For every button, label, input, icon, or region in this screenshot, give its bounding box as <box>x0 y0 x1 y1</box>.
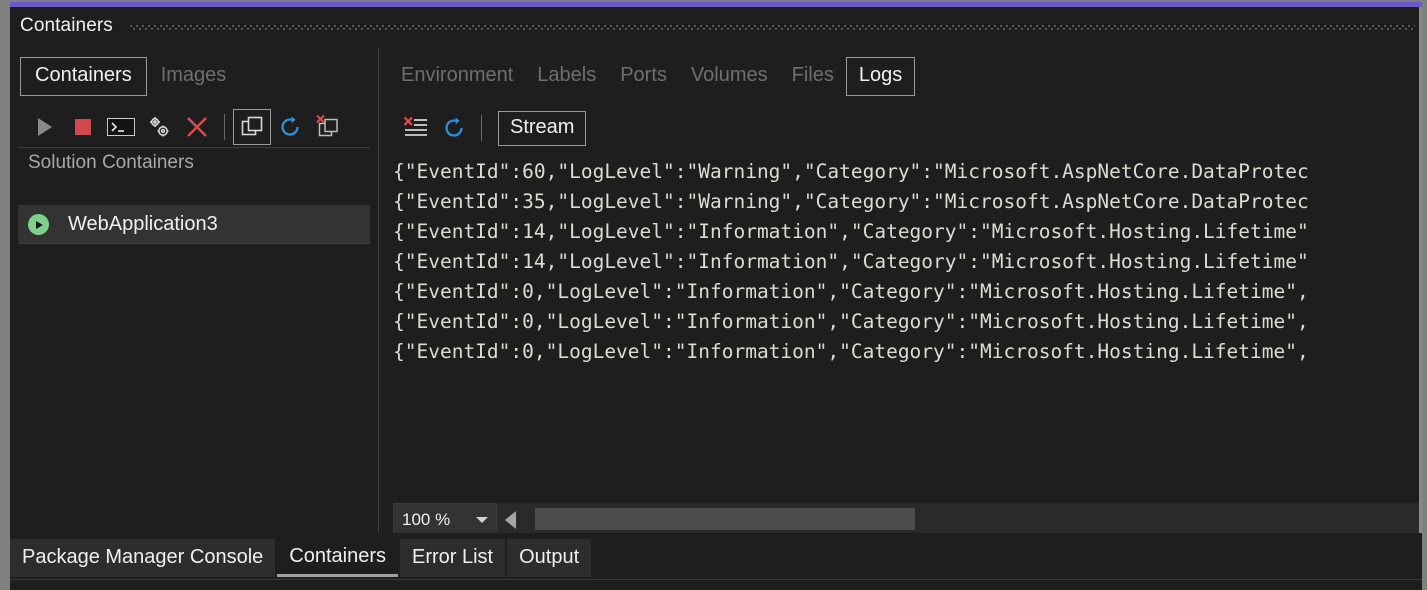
scrollbar-thumb[interactable] <box>535 508 915 530</box>
containers-tool-window: Containers Containers Images Solution Co… <box>10 7 1422 583</box>
log-line: {"EventId":14,"LogLevel":"Information","… <box>393 250 1309 273</box>
gears-icon <box>146 114 172 140</box>
bottom-tab-rule <box>10 579 1422 580</box>
tab-containers[interactable]: Containers <box>20 57 147 96</box>
stop-icon <box>74 118 92 136</box>
tab-volumes[interactable]: Volumes <box>679 58 780 95</box>
tab-package-manager-console[interactable]: Package Manager Console <box>10 539 276 577</box>
tab-output[interactable]: Output <box>507 539 592 577</box>
refresh-icon <box>442 116 466 140</box>
tool-window-caption: Containers <box>10 7 1419 47</box>
log-line: {"EventId":60,"LogLevel":"Warning","Cate… <box>393 160 1309 183</box>
details-tabs: Environment Labels Ports Volumes Files L… <box>389 54 916 99</box>
zoom-level-dropdown[interactable]: 100 % <box>393 503 497 537</box>
tab-images[interactable]: Images <box>147 58 241 95</box>
close-x-icon <box>185 115 209 139</box>
tab-files[interactable]: Files <box>780 58 846 95</box>
play-icon <box>36 117 54 137</box>
scroll-left-arrow-icon[interactable] <box>505 511 516 529</box>
tab-containers-bottom[interactable]: Containers <box>277 539 398 577</box>
toolbar-separator <box>224 114 225 140</box>
logs-toolbar-separator <box>481 115 482 141</box>
refresh-icon <box>278 115 302 139</box>
start-button[interactable] <box>26 110 64 144</box>
containers-list-pane: Containers Images Solution Containers We… <box>10 47 370 537</box>
zoom-level-value: 100 % <box>402 510 451 529</box>
container-name-label: WebApplication3 <box>68 212 218 235</box>
logs-toolbar: Stream <box>389 108 587 148</box>
list-top-divider <box>18 147 370 148</box>
tab-logs[interactable]: Logs <box>845 57 916 96</box>
app-root: Containers Containers Images Solution Co… <box>0 0 1427 590</box>
bottom-tabs: Package Manager Console Containers Error… <box>10 537 593 577</box>
solution-containers-header: Solution Containers <box>28 152 194 173</box>
settings-button[interactable] <box>140 110 178 144</box>
left-pane-tabs: Containers Images <box>10 54 240 99</box>
stream-button[interactable]: Stream <box>498 110 587 146</box>
clear-log-icon <box>403 116 429 140</box>
tab-environment[interactable]: Environment <box>389 58 525 95</box>
log-bottom-bar: 100 % <box>393 503 1419 537</box>
container-details-pane: Environment Labels Ports Volumes Files L… <box>379 47 1419 537</box>
log-line: {"EventId":0,"LogLevel":"Information","C… <box>393 280 1309 303</box>
tab-labels[interactable]: Labels <box>525 58 608 95</box>
log-line: {"EventId":35,"LogLevel":"Warning","Cate… <box>393 190 1309 213</box>
log-output[interactable]: {"EventId":60,"LogLevel":"Warning","Cate… <box>393 157 1419 501</box>
running-status-icon <box>28 214 49 235</box>
tool-window-title: Containers <box>20 15 113 36</box>
remove-containers-button[interactable] <box>309 110 347 144</box>
list-bottom-divider <box>18 243 370 244</box>
remove-containers-icon <box>315 114 341 140</box>
list-item[interactable]: WebApplication3 <box>18 205 370 243</box>
terminal-icon <box>107 118 135 136</box>
log-line: {"EventId":14,"LogLevel":"Information","… <box>393 220 1309 243</box>
clear-logs-button[interactable] <box>397 111 435 145</box>
horizontal-scrollbar[interactable] <box>497 503 1419 537</box>
drag-grip[interactable] <box>130 25 1415 30</box>
refresh-logs-button[interactable] <box>435 111 473 145</box>
log-line: {"EventId":0,"LogLevel":"Information","C… <box>393 310 1309 333</box>
containers-toolbar <box>10 107 347 147</box>
tab-ports[interactable]: Ports <box>608 58 679 95</box>
stop-button[interactable] <box>64 110 102 144</box>
delete-container-button[interactable] <box>178 110 216 144</box>
refresh-containers-button[interactable] <box>271 110 309 144</box>
open-terminal-button[interactable] <box>102 110 140 144</box>
bottom-tab-strip: Package Manager Console Containers Error… <box>10 533 1422 590</box>
containers-icon <box>240 115 264 139</box>
show-containers-button[interactable] <box>233 109 271 145</box>
chevron-down-icon <box>476 517 488 523</box>
tab-error-list[interactable]: Error List <box>399 539 506 577</box>
log-line: {"EventId":0,"LogLevel":"Information","C… <box>393 340 1309 363</box>
